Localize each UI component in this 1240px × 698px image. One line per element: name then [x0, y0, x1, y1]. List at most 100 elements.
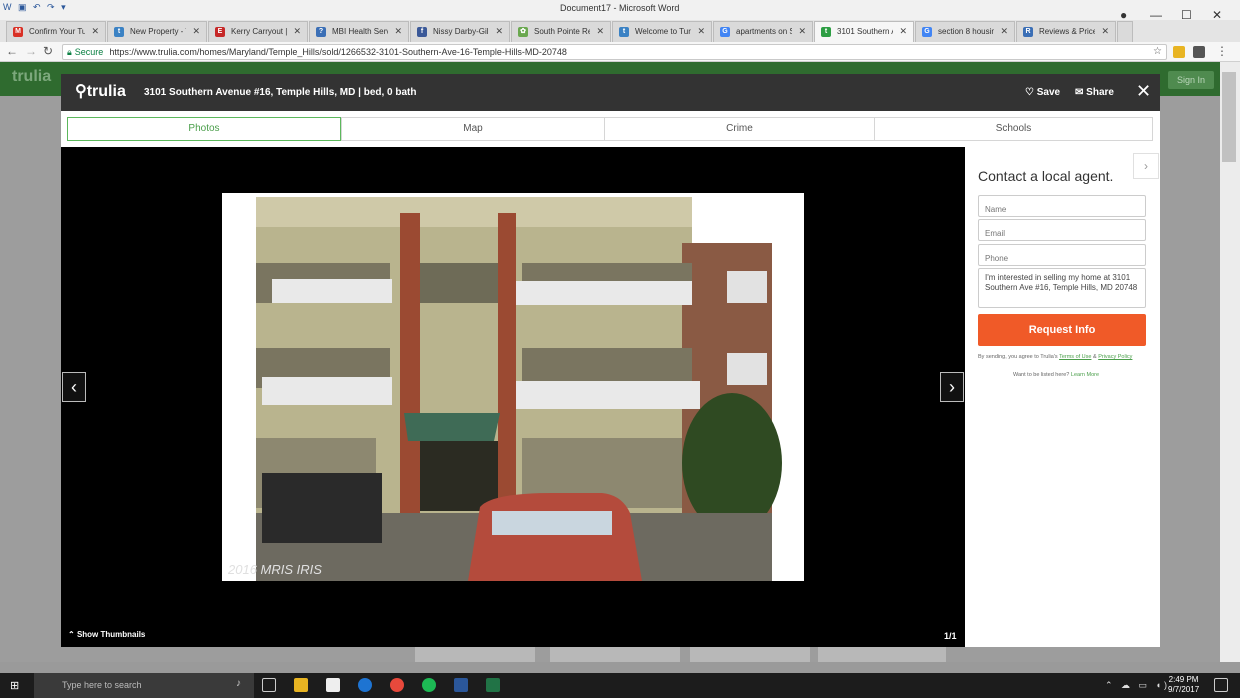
chevron-left-icon: ‹ [71, 377, 77, 397]
browser-tab-7[interactable]: G apartments on Sou ✕ [713, 21, 813, 42]
trulia-background-logo: trulia [12, 68, 52, 85]
browser-tab-10[interactable]: R Reviews & Prices ✕ [1016, 21, 1116, 42]
notifications-icon[interactable] [1214, 678, 1228, 692]
tab-label: Welcome to Turbo [635, 27, 691, 36]
tab-label: 3101 Southern Av [837, 27, 893, 36]
tab-close-icon[interactable]: ✕ [293, 26, 301, 37]
scrollbar-thumb[interactable] [1222, 72, 1236, 162]
phone-input[interactable] [978, 244, 1146, 266]
message-textarea[interactable] [978, 268, 1146, 308]
excel-icon[interactable] [486, 678, 500, 692]
terms-of-use-link[interactable]: Terms of Use [1059, 354, 1091, 360]
tab-close-icon[interactable]: ✕ [495, 26, 503, 37]
request-info-button[interactable]: Request Info [978, 314, 1146, 346]
tab-close-icon[interactable]: ✕ [1000, 26, 1008, 37]
trulia-logo-text: trulia [86, 83, 126, 100]
tab-label: Nissy Darby-Gill [433, 27, 489, 36]
spotify-icon[interactable] [422, 678, 436, 692]
eat-icon: E [215, 27, 225, 37]
legal-and: & [1093, 354, 1097, 360]
close-modal-icon[interactable]: ✕ [1136, 81, 1151, 102]
new-tab-button[interactable] [1117, 21, 1133, 42]
chrome-icon[interactable] [390, 678, 404, 692]
property-title: 3101 Southern Avenue #16, Temple Hills, … [144, 87, 417, 98]
file-explorer-icon[interactable] [294, 678, 308, 692]
tab-close-icon[interactable]: ✕ [596, 26, 604, 37]
browser-tab-6[interactable]: t Welcome to Turbo ✕ [612, 21, 712, 42]
tab-close-icon[interactable]: ✕ [1101, 26, 1109, 37]
reviews-icon: R [1023, 27, 1033, 37]
learn-more-link[interactable]: Learn More [1071, 372, 1099, 378]
show-thumbnails-toggle[interactable]: ⌃ Show Thumbnails [68, 630, 145, 639]
tab-schools[interactable]: Schools [874, 117, 1153, 141]
photo-watermark: 2016 MRIS IRIS [228, 562, 322, 577]
google-icon: G [720, 27, 730, 37]
tab-label: apartments on Sou [736, 27, 792, 36]
prev-photo-button[interactable]: ‹ [62, 372, 86, 402]
word-window-title: Document17 - Microsoft Word [560, 3, 680, 13]
taskbar-clock[interactable]: 2:49 PM 9/7/2017 [1168, 675, 1199, 695]
browser-tab-4[interactable]: f Nissy Darby-Gill ✕ [410, 21, 510, 42]
save-label: Save [1036, 87, 1061, 98]
name-input[interactable] [978, 195, 1146, 217]
store-icon[interactable] [326, 678, 340, 692]
tab-close-icon[interactable]: ✕ [697, 26, 705, 37]
browser-tab-1[interactable]: t New Property - T ✕ [107, 21, 207, 42]
browser-tab-8-active[interactable]: t 3101 Southern Av ✕ [814, 21, 914, 42]
gmail-icon: M [13, 27, 23, 37]
browser-tab-0[interactable]: M Confirm Your Turb ✕ [6, 21, 106, 42]
tab-close-icon[interactable]: ✕ [899, 26, 907, 37]
tab-crime[interactable]: Crime [604, 117, 875, 141]
thumbnail-preview [818, 646, 946, 662]
browser-tab-9[interactable]: G section 8 housing ✕ [915, 21, 1015, 42]
flower-icon: ✿ [518, 27, 528, 37]
email-input[interactable] [978, 219, 1146, 241]
menu-dots-icon[interactable]: ⋮ [1216, 44, 1228, 58]
tab-map[interactable]: Map [341, 117, 605, 141]
back-arrow-icon[interactable]: ← [6, 44, 18, 58]
save-button[interactable]: ♡ Save [1025, 87, 1060, 98]
help-icon: ? [316, 27, 326, 37]
forward-arrow-icon[interactable]: → [25, 44, 37, 58]
tab-close-icon[interactable]: ✕ [192, 26, 200, 37]
share-label: Share [1086, 87, 1114, 98]
bookmark-star-icon[interactable]: ☆ [1153, 45, 1162, 59]
clock-date: 9/7/2017 [1168, 685, 1200, 694]
turbo-icon: t [619, 27, 629, 37]
word-icon[interactable] [454, 678, 468, 692]
word-quick-access-icons[interactable]: W ▣ ↶ ↷ ▾ [3, 2, 68, 13]
system-tray-icons[interactable]: ⌃ ☁ ▭ ◖) [1105, 680, 1170, 691]
browser-tab-2[interactable]: E Kerry Carryout | 8 ✕ [208, 21, 308, 42]
apartment-building-image [222, 193, 804, 581]
microphone-icon[interactable]: ♪ [236, 678, 250, 692]
privacy-policy-link[interactable]: Privacy Policy [1098, 354, 1132, 360]
task-view-icon[interactable] [262, 678, 276, 692]
extension-icon[interactable] [1193, 46, 1205, 58]
tab-close-icon[interactable]: ✕ [394, 26, 402, 37]
browser-tab-3[interactable]: ? MBI Health Servic ✕ [309, 21, 409, 42]
windows-start-icon[interactable]: ⊞ [10, 679, 22, 692]
next-listing-button[interactable]: › [1133, 153, 1159, 179]
secure-label: Secure [74, 47, 104, 57]
share-button[interactable]: ✉ Share [1075, 87, 1114, 98]
browser-tab-5[interactable]: ✿ South Pointe Rent ✕ [511, 21, 611, 42]
tab-photos[interactable]: Photos [67, 117, 341, 141]
thumbnail-preview [415, 646, 535, 662]
edge-icon[interactable] [358, 678, 372, 692]
chevron-up-icon: ⌃ [68, 630, 75, 639]
tab-label: MBI Health Servic [332, 27, 388, 36]
modal-header: ⚲trulia 3101 Southern Avenue #16, Temple… [61, 74, 1160, 111]
sign-in-button[interactable]: Sign In [1168, 71, 1214, 89]
extension-icon[interactable] [1173, 46, 1185, 58]
tab-label: Kerry Carryout | 8 [231, 27, 287, 36]
reload-icon[interactable]: ↻ [43, 44, 53, 58]
thumbnail-preview [690, 646, 810, 662]
url-input[interactable]: 🔒︎ Secure https://www.trulia.com/homes/Mar… [62, 44, 1167, 60]
next-photo-button[interactable]: › [940, 372, 964, 402]
tab-close-icon[interactable]: ✕ [91, 26, 99, 37]
heart-icon: ♡ [1025, 87, 1034, 98]
tab-close-icon[interactable]: ✕ [798, 26, 806, 37]
taskbar-search-input[interactable]: Type here to search [34, 673, 254, 698]
address-bar-row: ← → ↻ 🔒︎ Secure https://www.trulia.com/hom… [0, 42, 1240, 62]
browser-tab-strip: M Confirm Your Turb ✕ t New Property - T… [0, 20, 1240, 42]
